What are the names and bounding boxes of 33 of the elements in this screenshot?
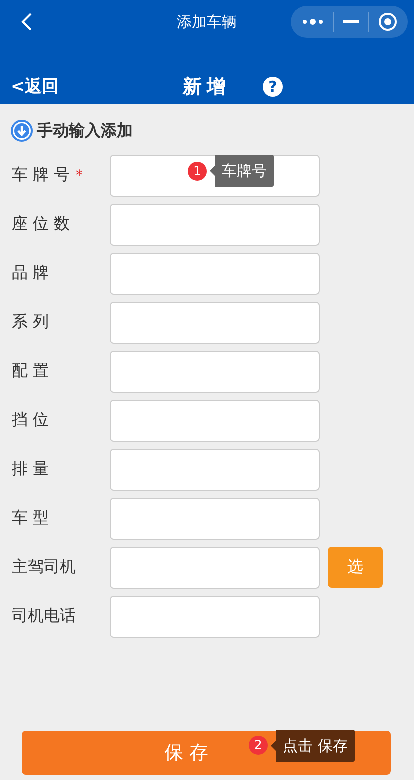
field-label: 排量 bbox=[12, 459, 54, 480]
input-field[interactable] bbox=[110, 448, 320, 490]
required-mark: * bbox=[76, 168, 83, 184]
field-label: 品牌 bbox=[12, 263, 54, 284]
back-link[interactable]: <返回 bbox=[11, 74, 60, 98]
minimize-icon[interactable] bbox=[342, 20, 358, 24]
tooltip: 车牌号 bbox=[210, 155, 274, 187]
window-title: 添加车辆 bbox=[176, 13, 238, 32]
back-icon[interactable] bbox=[21, 12, 33, 32]
field-label: 车型 bbox=[12, 508, 54, 529]
field-label: 配置 bbox=[12, 361, 54, 382]
download-icon bbox=[11, 120, 33, 142]
field-label: 主驾司机 bbox=[12, 557, 76, 578]
tooltip: 点击 保存 bbox=[271, 730, 355, 762]
input-field[interactable] bbox=[110, 400, 320, 442]
input-field[interactable] bbox=[110, 302, 320, 344]
input-field[interactable] bbox=[110, 204, 320, 246]
field-label: 系列 bbox=[12, 312, 54, 333]
input-field[interactable] bbox=[110, 252, 320, 294]
help-icon[interactable]: ? bbox=[263, 77, 283, 97]
field-label: 座位数 bbox=[12, 214, 75, 235]
field-label: 挡位 bbox=[12, 410, 54, 431]
input-field[interactable] bbox=[110, 498, 320, 540]
capsule-menu[interactable] bbox=[291, 6, 408, 38]
input-field[interactable] bbox=[110, 596, 320, 638]
input-field[interactable] bbox=[110, 350, 320, 392]
page-title: 新增 bbox=[183, 75, 231, 100]
more-icon[interactable] bbox=[302, 18, 324, 26]
field-label: 司机电话 bbox=[12, 606, 76, 627]
section-title: 手动输入添加 bbox=[37, 120, 133, 142]
field-label: 车牌号 bbox=[12, 165, 75, 186]
close-icon[interactable] bbox=[378, 12, 398, 32]
input-field[interactable] bbox=[110, 546, 320, 588]
